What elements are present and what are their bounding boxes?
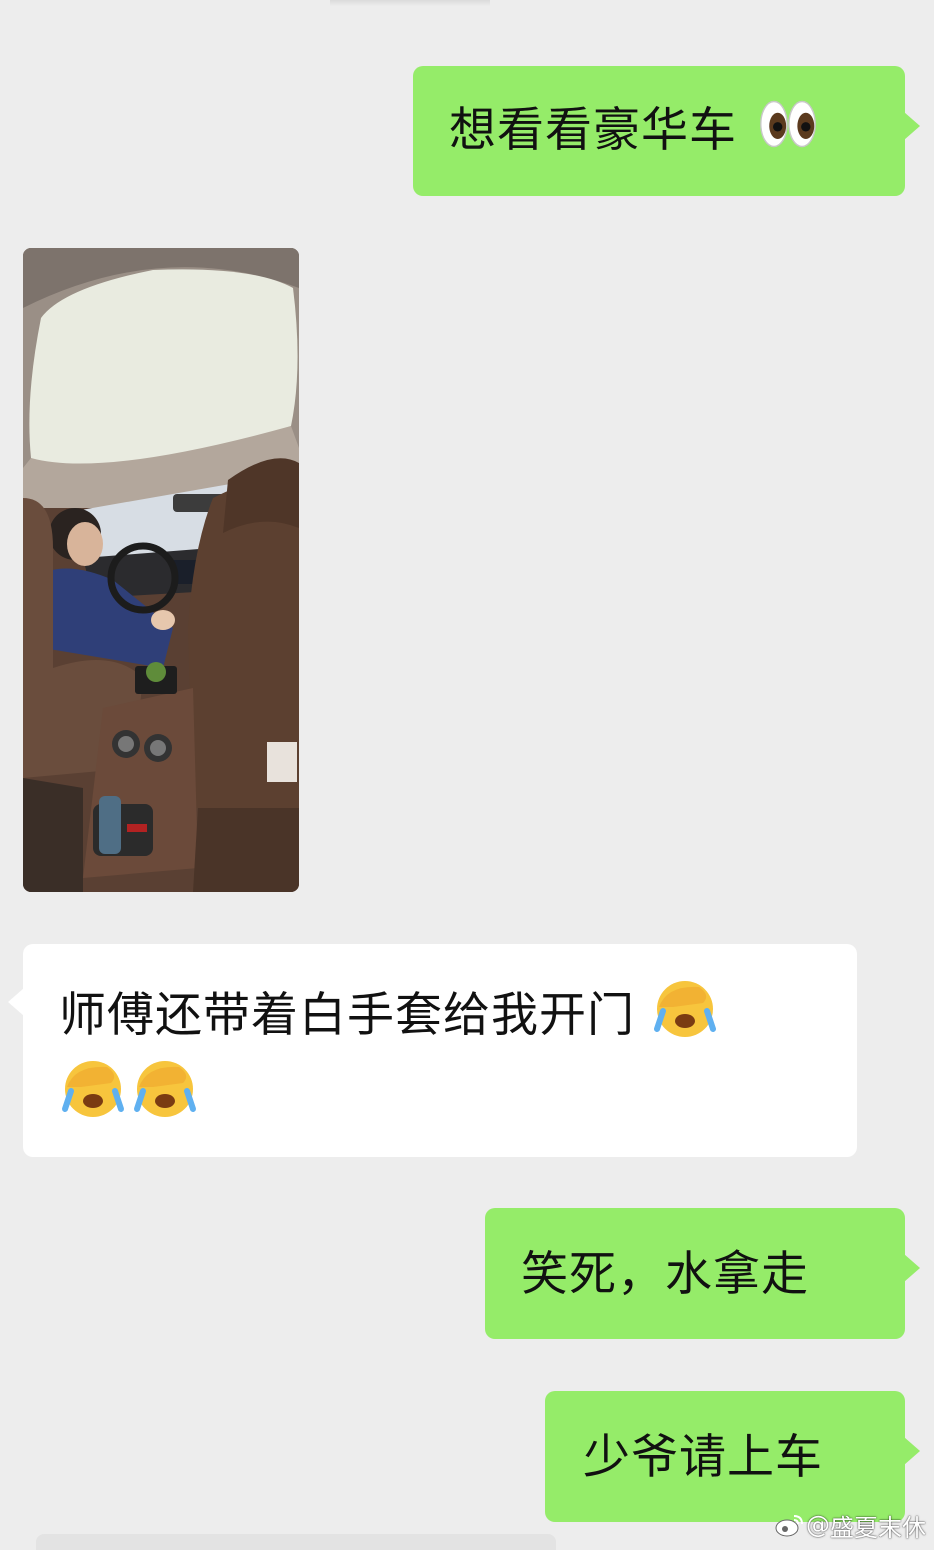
weibo-logo-icon <box>775 1515 803 1537</box>
message-bubble-outgoing[interactable]: 少爷请上车 <box>545 1391 920 1522</box>
weibo-watermark: @ 盛夏末休 <box>774 1510 926 1542</box>
face-palm-crying-emoji-icon <box>134 1061 196 1117</box>
message-text: 少爷请上车 <box>583 1430 823 1485</box>
face-palm-crying-emoji-icon <box>653 981 716 1037</box>
watermark-username: 盛夏末休 <box>830 1513 926 1542</box>
eyes-emoji-icon <box>760 100 816 148</box>
message-bubble-outgoing[interactable]: 想看看豪华车 <box>413 66 920 196</box>
message-bubble-incoming[interactable]: 师傅还带着白手套给我开门 <box>8 944 857 1157</box>
message-text: 笑死，水拿走 <box>521 1247 809 1302</box>
face-palm-crying-emoji-icon <box>62 1061 124 1117</box>
message-text: 师傅还带着白手套给我开门 <box>59 988 635 1043</box>
message-bubble-outgoing[interactable]: 笑死，水拿走 <box>485 1208 920 1339</box>
top-edge-fade <box>330 0 490 6</box>
photo-car-interior[interactable] <box>23 248 299 892</box>
input-bar-edge <box>36 1534 556 1550</box>
message-text: 想看看豪华车 <box>449 103 737 158</box>
watermark-prefix: @ <box>806 1511 830 1539</box>
